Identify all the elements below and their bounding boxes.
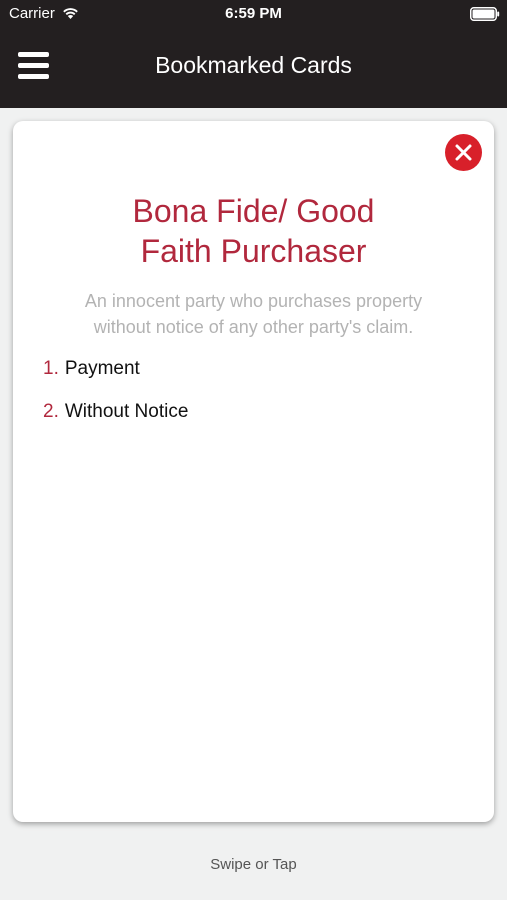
elements-list: 1. Payment 2. Without Notice — [43, 357, 463, 443]
close-icon — [455, 144, 472, 161]
list-item-number: 2. — [43, 401, 59, 422]
card-definition-line-1: An innocent party who purchases property — [84, 291, 423, 311]
list-item-text: Payment — [64, 358, 140, 379]
hamburger-menu-icon[interactable] — [18, 52, 49, 79]
list-item: 1. Payment — [43, 357, 463, 400]
status-bar: Carrier 6:59 PM — [0, 0, 507, 30]
card-definition: An innocent party who purchases property… — [43, 288, 464, 340]
list-item: 2. Without Notice — [43, 400, 463, 443]
list-item-text: Without Notice — [64, 401, 189, 422]
navigation-bar: Bookmarked Cards — [0, 30, 507, 108]
close-button[interactable] — [445, 134, 482, 171]
card-title-line-1: Bona Fide/ Good — [132, 193, 375, 229]
card-title: Bona Fide/ Good Faith Purchaser — [73, 191, 434, 271]
flash-card[interactable]: Bona Fide/ Good Faith Purchaser An innoc… — [13, 121, 494, 822]
card-title-line-2: Faith Purchaser — [140, 233, 367, 269]
swipe-hint: Swipe or Tap — [210, 856, 297, 873]
status-time: 6:59 PM — [225, 5, 282, 22]
top-bar: Carrier 6:59 PM Bookmarked Cards — [0, 0, 507, 108]
page-title: Bookmarked Cards — [155, 52, 352, 78]
card-definition-line-2: without notice of any other party's clai… — [93, 317, 414, 337]
list-item-number: 1. — [43, 358, 59, 379]
battery-icon — [470, 7, 500, 21]
